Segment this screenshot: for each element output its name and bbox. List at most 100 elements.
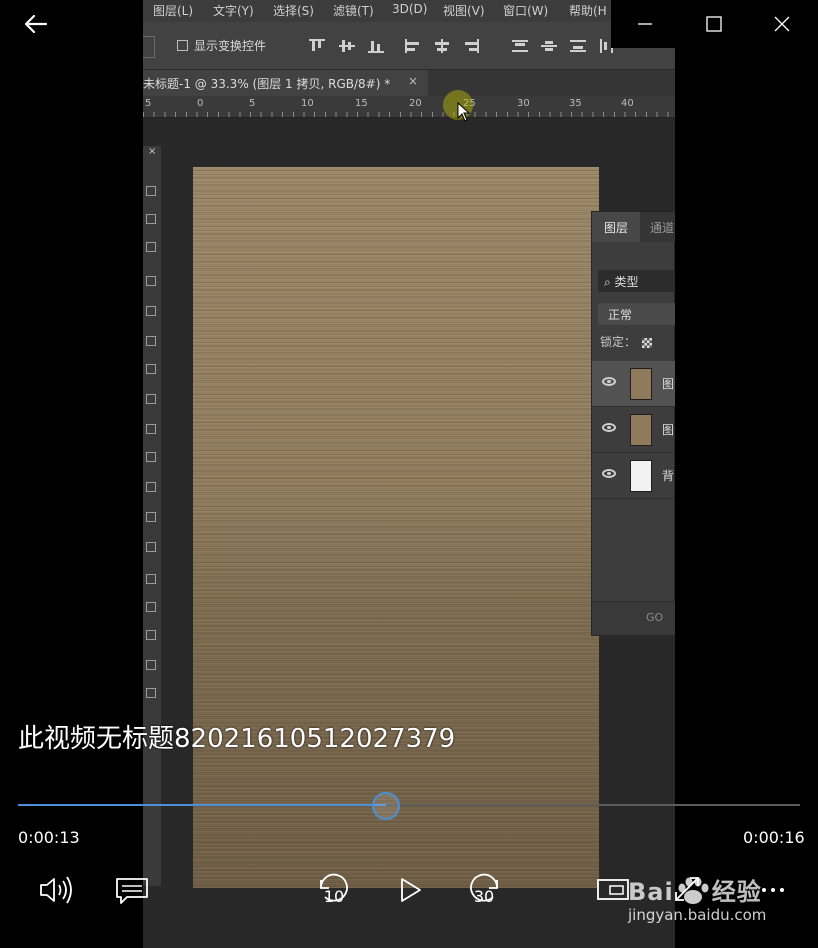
ps-checkbox-label: 显示变换控件 (194, 39, 267, 53)
path-tool-icon (146, 630, 156, 640)
ps-layer-filter: ⌕ 类型 (598, 270, 675, 292)
seek-bar[interactable] (18, 792, 800, 820)
brush-tool-icon (146, 276, 156, 286)
arrow-left-icon (24, 14, 48, 34)
ps-menu-bar: 图层(L) 文字(Y) 选择(S) 滤镜(T) 3D(D) 视图(V) 窗口(W… (143, 0, 675, 22)
layer-thumbnail (630, 414, 652, 446)
maximize-icon (706, 16, 722, 32)
ruler-label: 0 (197, 98, 204, 109)
ps-checkbox (177, 40, 188, 51)
ps-layers-panel: 图层 通道 ⌕ 类型 正常 锁定： 图 图 背 GO (591, 211, 675, 636)
align-bottom-icon (368, 39, 384, 53)
close-icon (774, 16, 790, 32)
ps-menu-item: 滤镜(T) (333, 4, 374, 18)
align-left-icon (405, 39, 421, 53)
watermark-brand-left: Bai (628, 878, 674, 906)
ps-layer-row: 图 (592, 361, 675, 407)
type-tool-icon (146, 602, 156, 612)
ps-menu-item: 窗口(W) (503, 4, 549, 18)
window-controls (611, 0, 818, 48)
ps-combo (143, 36, 155, 58)
dodge-tool-icon (146, 542, 156, 552)
ps-tools-panel: × (143, 146, 161, 886)
ps-tab-close-icon: × (408, 74, 419, 88)
arrow-cursor-icon (457, 102, 471, 122)
align-center-icon (434, 39, 450, 53)
watermark-brand: Bai 经验 (628, 872, 762, 907)
align-top-icon (309, 39, 325, 53)
ps-lock-label: 锁定： (600, 335, 637, 349)
ps-layer-row: 背 (592, 453, 675, 499)
distribute-bottom-icon (570, 39, 586, 53)
eye-icon (602, 377, 616, 386)
ruler-label: 35 (569, 98, 582, 109)
shape-tool-icon (146, 660, 156, 670)
baidu-jingyan-watermark: Bai 经验 jingyan.baidu.com (628, 862, 808, 934)
eraser-tool-icon (146, 452, 156, 462)
ps-tab-layers: 图层 (592, 212, 640, 242)
gradient-tool-icon (146, 482, 156, 492)
pen-tool-icon (146, 574, 156, 584)
layer-thumbnail (630, 368, 652, 400)
ruler-label: 10 (301, 98, 314, 109)
current-time: 0:00:13 (18, 828, 80, 847)
skip-back-label: 10 (323, 887, 345, 906)
captions-button[interactable] (111, 870, 153, 910)
ps-options-bar: 显示变换控件 (143, 22, 675, 70)
link-icon: GO (646, 611, 664, 624)
lasso-tool-icon (146, 242, 156, 252)
captions-icon (116, 878, 148, 904)
skip-forward-label: 30 (473, 887, 495, 906)
seek-thumb[interactable] (371, 792, 400, 820)
ps-tab-channels: 通道 (650, 221, 675, 235)
ps-menu-item: 帮助(H (569, 4, 607, 18)
ps-canvas-image (193, 167, 599, 888)
maximize-button[interactable] (680, 0, 748, 48)
close-button[interactable] (749, 0, 817, 48)
ruler-label: 40 (621, 98, 634, 109)
ps-panel-close-icon: × (148, 146, 157, 157)
ps-filter-label: 类型 (614, 275, 639, 289)
volume-button[interactable] (36, 870, 78, 910)
minimize-icon (638, 23, 652, 25)
lock-transparency-icon (642, 337, 653, 348)
ps-menu-item: 文字(Y) (213, 4, 254, 18)
heal-tool-icon (146, 364, 156, 374)
ruler-label: 20 (409, 98, 422, 109)
ruler-label: 5 (145, 98, 152, 109)
volume-icon (40, 876, 72, 904)
play-button[interactable] (389, 870, 431, 910)
marquee-tool-icon (146, 214, 156, 224)
eye-icon (602, 469, 616, 478)
ps-layers-footer: GO (592, 601, 675, 635)
layer-name: 背 (662, 469, 675, 483)
ps-lock-row: 锁定： (600, 333, 653, 350)
watermark-brand-right: 经验 (711, 878, 762, 906)
minimize-button[interactable] (611, 0, 679, 48)
ruler-label: 5 (249, 98, 256, 109)
ps-menu-item: 3D(D) (392, 2, 428, 16)
skip-forward-button[interactable]: 30 (463, 870, 505, 910)
ps-menu-item: 视图(V) (443, 4, 485, 18)
hand-tool-icon (146, 688, 156, 698)
mouse-cursor-highlight (443, 90, 473, 122)
ps-document-tab: 未标题-1 @ 33.3% (图层 1 拷贝, RGB/8#) * × (143, 70, 428, 96)
back-button[interactable] (18, 8, 54, 40)
ps-blend-mode: 正常 (598, 303, 675, 325)
ps-menu-item: 图层(L) (153, 4, 194, 18)
eyedropper-tool-icon (146, 336, 156, 346)
seek-progress (18, 804, 386, 806)
paw-logo-icon (678, 877, 709, 904)
align-middle-icon (339, 39, 355, 53)
ps-document-tabs: 未标题-1 @ 33.3% (图层 1 拷贝, RGB/8#) * × (143, 70, 675, 96)
total-time: 0:00:16 (743, 828, 805, 847)
layer-thumbnail (630, 460, 652, 492)
ps-ruler: 5 0 5 10 15 20 25 30 35 40 (143, 96, 675, 118)
video-title: 此视频无标题82021610512027379 (18, 724, 456, 754)
layer-name: 图 (662, 423, 675, 437)
stamp-tool-icon (146, 394, 156, 404)
align-right-icon (463, 39, 479, 53)
ps-layers-tabs: 图层 通道 (592, 212, 675, 242)
history-brush-icon (146, 424, 156, 434)
skip-back-button[interactable]: 10 (313, 870, 355, 910)
